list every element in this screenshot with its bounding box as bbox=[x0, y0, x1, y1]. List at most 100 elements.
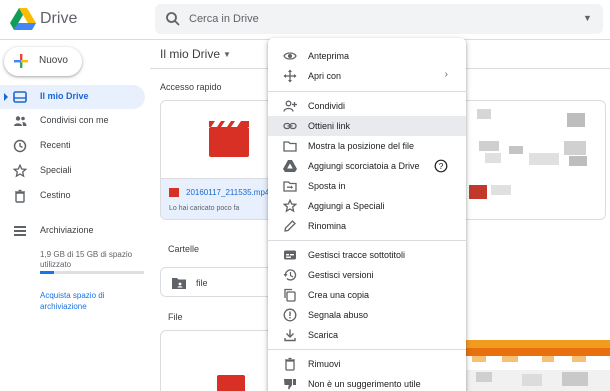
drive-shortcut-icon bbox=[283, 159, 297, 173]
clock-icon bbox=[13, 139, 27, 153]
menu-item-open-with[interactable]: Apri con › bbox=[268, 66, 466, 86]
thumb-down-icon bbox=[283, 377, 297, 391]
sidebar-item-label: Condivisi con me bbox=[40, 115, 109, 125]
plus-icon bbox=[13, 53, 29, 69]
menu-item-label: Rinomina bbox=[308, 221, 347, 231]
sidebar-item-shared-with-me[interactable]: Condivisi con me bbox=[0, 109, 145, 133]
menu-item-remove[interactable]: Rimuovi bbox=[268, 354, 466, 374]
menu-item-not-helpful[interactable]: Non è un suggerimento utile bbox=[268, 374, 466, 391]
folders-heading: Cartelle bbox=[168, 244, 200, 254]
app-name[interactable]: Drive bbox=[40, 10, 77, 28]
menu-item-make-copy[interactable]: Crea una copia bbox=[268, 285, 466, 305]
history-icon bbox=[283, 268, 297, 282]
search-input[interactable] bbox=[189, 4, 559, 34]
menu-item-add-starred[interactable]: Aggiungi a Speciali bbox=[268, 196, 466, 216]
sidebar-item-label: Archiviazione bbox=[40, 225, 94, 235]
chevron-down-icon[interactable]: ▼ bbox=[223, 50, 231, 59]
people-icon bbox=[13, 114, 27, 128]
folder-outline-icon bbox=[283, 139, 297, 153]
menu-item-label: Mostra la posizione del file bbox=[308, 141, 415, 151]
search-bar[interactable]: ▼ bbox=[155, 4, 603, 34]
sidebar-item-my-drive[interactable]: Il mio Drive bbox=[0, 85, 145, 109]
sidebar-item-recent[interactable]: Recenti bbox=[0, 134, 145, 158]
sidebar-item-label: Il mio Drive bbox=[40, 91, 89, 101]
menu-item-preview[interactable]: Anteprima bbox=[268, 46, 466, 66]
pixelated-thumbnail bbox=[449, 109, 605, 219]
submenu-arrow-icon: › bbox=[444, 69, 448, 80]
sidebar-item-label: Speciali bbox=[40, 165, 72, 175]
menu-item-manage-subtitles[interactable]: Gestisci tracce sottotitoli bbox=[268, 245, 466, 265]
menu-separator bbox=[268, 91, 466, 92]
help-icon[interactable]: ? bbox=[434, 159, 448, 173]
menu-item-label: Sposta in bbox=[308, 181, 346, 191]
storage-usage-text: 1,9 GB di 15 GB di spazio utilizzato bbox=[40, 250, 133, 269]
download-icon bbox=[283, 328, 297, 342]
menu-item-label: Ottieni link bbox=[308, 121, 351, 131]
file-card[interactable] bbox=[160, 330, 280, 391]
menu-item-move-to[interactable]: Sposta in bbox=[268, 176, 466, 196]
search-options-caret-icon[interactable]: ▼ bbox=[583, 13, 592, 23]
person-add-icon bbox=[283, 99, 297, 113]
card-footer: 20160117_211535.mp4 Lo hai caricato poco… bbox=[161, 178, 279, 219]
quick-access-card-2[interactable] bbox=[448, 100, 606, 220]
sidebar-item-label: Cestino bbox=[40, 190, 71, 200]
move-to-folder-icon bbox=[283, 179, 297, 193]
report-icon bbox=[283, 308, 297, 322]
drive-icon bbox=[13, 90, 27, 104]
menu-item-label: Aggiungi scorciatoia a Drive bbox=[308, 161, 420, 171]
new-button[interactable]: Nuovo bbox=[4, 47, 82, 76]
menu-item-manage-versions[interactable]: Gestisci versioni bbox=[268, 265, 466, 285]
context-menu: Anteprima Apri con › Condividi Ottieni l… bbox=[268, 38, 466, 391]
video-thumbnail bbox=[217, 375, 245, 391]
breadcrumb[interactable]: Il mio Drive bbox=[160, 47, 220, 61]
menu-item-get-link[interactable]: Ottieni link bbox=[268, 116, 466, 136]
file-subtitle: Lo hai caricato poco fa bbox=[169, 205, 240, 212]
eye-icon bbox=[283, 49, 297, 63]
menu-item-label: Gestisci tracce sottotitoli bbox=[308, 250, 406, 260]
svg-text:?: ? bbox=[439, 161, 444, 171]
video-file-icon bbox=[169, 188, 179, 197]
subtitles-icon bbox=[283, 248, 297, 262]
folder-icon bbox=[172, 277, 186, 289]
file-card-2[interactable] bbox=[462, 330, 610, 391]
folder-item[interactable]: file bbox=[160, 267, 275, 297]
storage-icon bbox=[13, 224, 27, 238]
menu-item-label: Gestisci versioni bbox=[308, 270, 374, 280]
link-icon bbox=[283, 119, 297, 133]
menu-item-label: Aggiungi a Speciali bbox=[308, 201, 385, 211]
menu-separator bbox=[268, 240, 466, 241]
menu-item-label: Crea una copia bbox=[308, 290, 370, 300]
menu-item-report-abuse[interactable]: Segnala abuso bbox=[268, 305, 466, 325]
menu-item-add-shortcut[interactable]: Aggiungi scorciatoia a Drive ? bbox=[268, 156, 466, 176]
menu-item-label: Non è un suggerimento utile bbox=[308, 379, 421, 389]
menu-item-rename[interactable]: Rinomina bbox=[268, 216, 466, 236]
storage-progress-bar bbox=[40, 271, 144, 274]
storage-progress-fill bbox=[40, 271, 54, 274]
menu-item-share[interactable]: Condividi bbox=[268, 96, 466, 116]
sidebar-item-label: Recenti bbox=[40, 140, 71, 150]
expand-arrow-icon[interactable] bbox=[4, 93, 8, 101]
trash-icon bbox=[13, 189, 27, 203]
menu-item-label: Scarica bbox=[308, 330, 339, 340]
menu-item-show-location[interactable]: Mostra la posizione del file bbox=[268, 136, 466, 156]
menu-item-download[interactable]: Scarica bbox=[268, 325, 466, 345]
new-button-label: Nuovo bbox=[39, 55, 68, 66]
menu-item-label: Apri con bbox=[308, 71, 342, 81]
quick-access-heading: Accesso rapido bbox=[160, 82, 222, 92]
search-icon[interactable] bbox=[165, 11, 181, 27]
sidebar-item-storage[interactable]: Archiviazione bbox=[0, 219, 145, 243]
video-thumbnail bbox=[161, 101, 279, 178]
buy-storage-link[interactable]: Acquista spazio di archiviazione bbox=[40, 290, 140, 312]
quick-access-card[interactable]: 20160117_211535.mp4 Lo hai caricato poco… bbox=[160, 100, 280, 220]
drive-logo-icon[interactable] bbox=[10, 7, 36, 31]
copy-icon bbox=[283, 288, 297, 302]
sidebar-item-trash[interactable]: Cestino bbox=[0, 184, 145, 208]
sidebar-item-starred[interactable]: Speciali bbox=[0, 159, 145, 183]
star-icon bbox=[13, 164, 27, 178]
trash-outline-icon bbox=[283, 357, 297, 371]
pencil-icon bbox=[283, 219, 297, 233]
menu-item-label: Segnala abuso bbox=[308, 310, 369, 320]
file-name: 20160117_211535.mp4 bbox=[186, 188, 270, 197]
menu-item-label: Rimuovi bbox=[308, 359, 341, 369]
pixelated-thumbnail bbox=[462, 340, 610, 391]
